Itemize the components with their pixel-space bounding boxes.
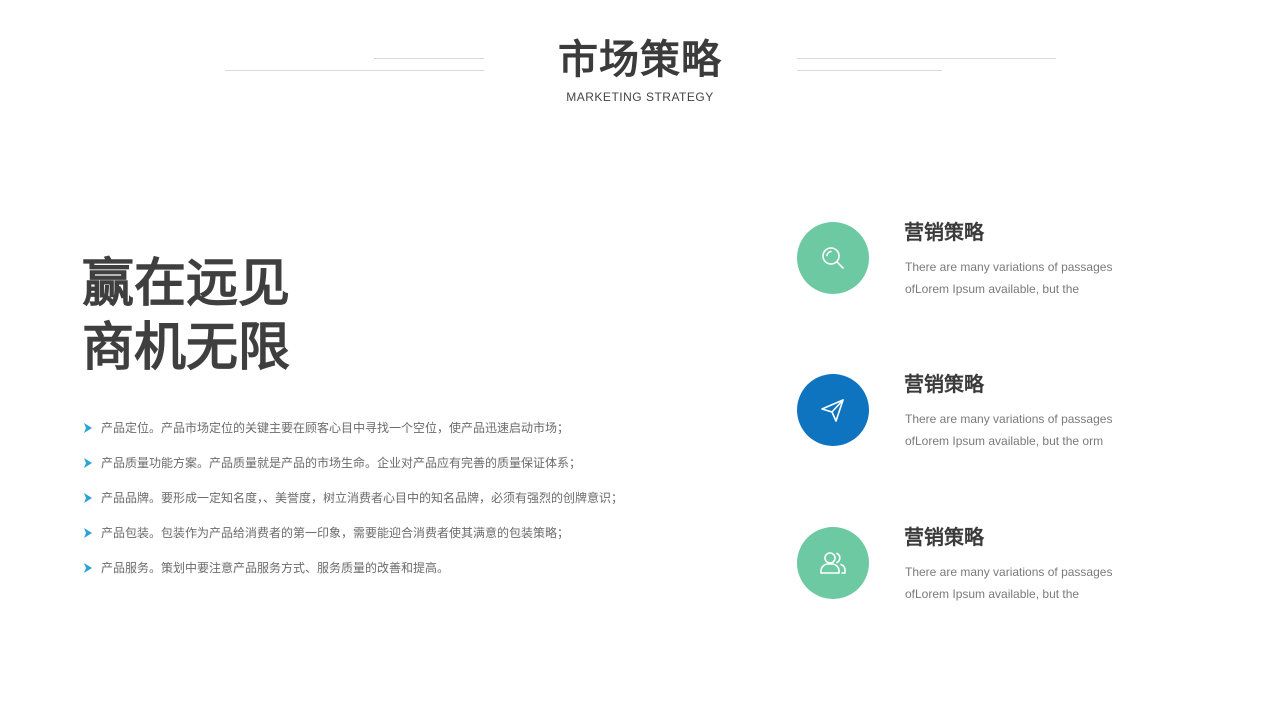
feature-icon-circle: [797, 374, 869, 446]
bullet-list: 产品定位。产品市场定位的关键主要在顾客心目中寻找一个空位，使产品迅速启动市场； …: [84, 418, 724, 593]
arrow-bullet-icon: [84, 458, 92, 468]
list-item: 产品品牌。要形成一定知名度，、美誉度，树立消费者心目中的知名品牌，必须有强烈的创…: [84, 488, 724, 523]
feature-icon-circle: [797, 527, 869, 599]
arrow-bullet-icon: [84, 563, 92, 573]
page-title: 市场策略: [558, 37, 722, 83]
feature-description: There are many variations of passages of…: [905, 260, 1113, 296]
slogan-line-2: 商机无限: [82, 318, 291, 378]
arrow-bullet-icon: [84, 423, 92, 433]
bullet-text: 产品质量功能方案。产品质量就是产品的市场生命。企业对产品应有完善的质量保证体系；: [101, 456, 582, 470]
list-item: 产品包装。包装作为产品给消费者的第一印象，需要能迎合消费者使其满意的包装策略；: [84, 523, 724, 558]
paper-plane-icon: [821, 399, 844, 422]
users-icon: [820, 552, 846, 574]
feature-title: 营销策略: [904, 525, 984, 549]
search-icon: [822, 247, 844, 269]
feature-item: 营销策略 There are many variations of passag…: [796, 372, 1196, 454]
arrow-bullet-icon: [84, 528, 92, 538]
feature-item: 营销策略 There are many variations of passag…: [796, 525, 1196, 607]
feature-icon-circle: [797, 222, 869, 294]
page-subtitle: MARKETING STRATEGY: [566, 90, 714, 104]
list-item: 产品质量功能方案。产品质量就是产品的市场生命。企业对产品应有完善的质量保证体系；: [84, 453, 724, 488]
bullet-text: 产品定位。产品市场定位的关键主要在顾客心目中寻找一个空位，使产品迅速启动市场；: [101, 421, 570, 435]
feature-description: There are many variations of passages of…: [905, 412, 1113, 448]
list-item: 产品定位。产品市场定位的关键主要在顾客心目中寻找一个空位，使产品迅速启动市场；: [84, 418, 724, 453]
list-item: 产品服务。策划中要注意产品服务方式、服务质量的改善和提高。: [84, 558, 724, 593]
feature-description: There are many variations of passages of…: [905, 565, 1113, 601]
header: 市场策略 MARKETING STRATEGY: [0, 0, 1280, 120]
arrow-bullet-icon: [84, 493, 92, 503]
slogan: 赢在远见 商机无限: [82, 252, 290, 380]
slogan-line-1: 赢在远见: [82, 254, 291, 314]
feature-item: 营销策略 There are many variations of passag…: [796, 220, 1196, 302]
feature-title: 营销策略: [904, 372, 984, 396]
bullet-text: 产品包装。包装作为产品给消费者的第一印象，需要能迎合消费者使其满意的包装策略；: [101, 526, 570, 540]
bullet-text: 产品服务。策划中要注意产品服务方式、服务质量的改善和提高。: [101, 561, 450, 575]
feature-title: 营销策略: [904, 220, 984, 244]
bullet-text: 产品品牌。要形成一定知名度，、美誉度，树立消费者心目中的知名品牌，必须有强烈的创…: [101, 491, 624, 505]
